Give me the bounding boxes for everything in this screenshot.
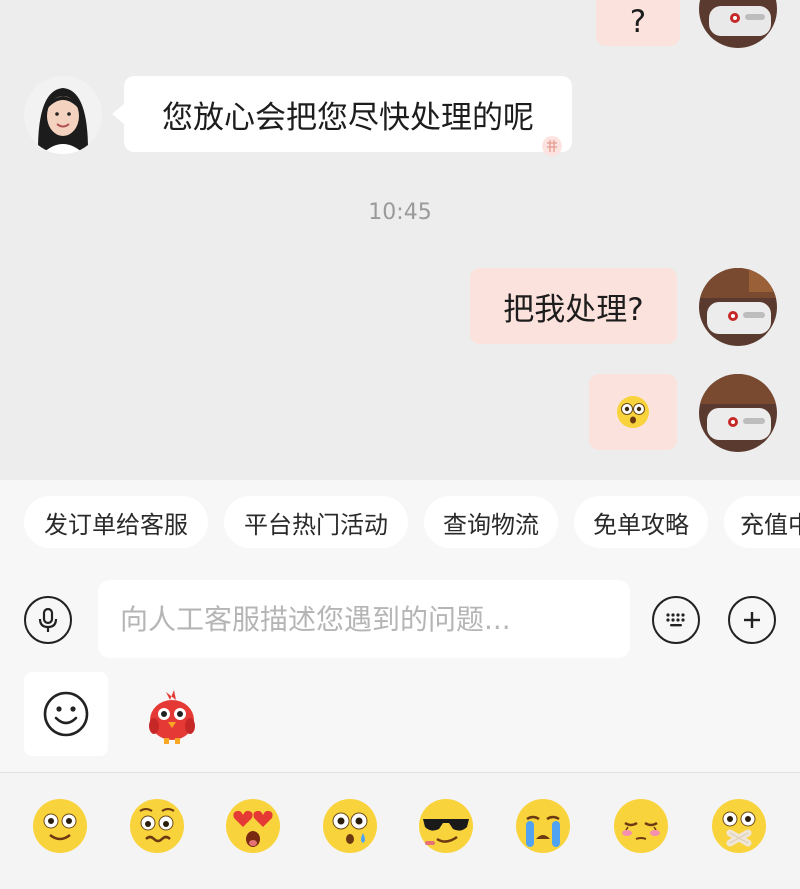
bubble-tail	[112, 104, 124, 124]
chip-hot-activities[interactable]: 平台热门活动	[224, 496, 408, 548]
crying-face-icon	[516, 799, 570, 853]
chip-free-order-guide[interactable]: 免单攻略	[574, 496, 708, 548]
smiling-face-icon	[33, 799, 87, 853]
message-timestamp: 10:45	[368, 200, 432, 225]
message-input[interactable]	[98, 580, 630, 658]
emoji-woozy-face[interactable]	[128, 797, 186, 855]
agent-avatar[interactable]	[24, 76, 102, 154]
emoji-heart-eyes-face[interactable]	[224, 797, 282, 855]
emoji-smiling-face[interactable]	[31, 797, 89, 855]
quick-reply-bar: 发订单给客服 平台热门活动 查询物流 免单攻略 充值中	[0, 480, 800, 566]
zipped-mouth-face-icon	[712, 799, 766, 853]
user-avatar[interactable]	[699, 374, 777, 452]
keyboard-icon	[666, 613, 685, 627]
message-bubble-agent[interactable]: 您放心会把您尽快处理的呢	[124, 76, 572, 156]
chat-area: ? 您放心会把您尽快处理的呢 10:45 把我处理?	[0, 0, 800, 480]
more-button[interactable]	[728, 596, 776, 644]
message-text: ?	[629, 4, 647, 40]
emoji-panel	[0, 772, 800, 889]
smiley-icon	[43, 691, 89, 737]
emoji-tab[interactable]	[24, 672, 108, 756]
sticker-tab[interactable]	[136, 678, 208, 750]
flushed-face-icon	[323, 799, 377, 853]
microphone-icon	[38, 607, 58, 632]
emoji-closed-eyes-face[interactable]	[612, 797, 670, 855]
message-bubble-user[interactable]: 把我处理?	[470, 268, 677, 344]
emoji-flushed-face[interactable]	[321, 797, 379, 855]
chip-send-order[interactable]: 发订单给客服	[24, 496, 208, 548]
input-area	[0, 566, 800, 776]
red-bird-mascot-icon	[149, 690, 195, 744]
voice-button[interactable]	[24, 596, 72, 644]
message-text: 您放心会把您尽快处理的呢	[162, 99, 534, 136]
flower-sticker-icon	[542, 136, 562, 156]
chip-track-logistics[interactable]: 查询物流	[424, 496, 558, 548]
emoji-crying-face[interactable]	[514, 797, 572, 855]
user-avatar[interactable]	[699, 268, 777, 346]
plus-icon	[744, 612, 760, 628]
heart-eyes-face-icon	[226, 799, 280, 853]
woozy-face-icon	[130, 799, 184, 853]
message-bubble-question[interactable]: ?	[596, 0, 680, 46]
message-bubble-emoji[interactable]	[589, 374, 677, 450]
sunglasses-face-icon	[419, 799, 473, 853]
message-text: 把我处理?	[503, 291, 644, 328]
emoji-sunglasses-face[interactable]	[417, 797, 475, 855]
keyboard-button[interactable]	[652, 596, 700, 644]
emoji-zipped-mouth-face[interactable]	[710, 797, 768, 855]
flushed-face-icon	[617, 396, 649, 428]
user-avatar[interactable]	[699, 0, 777, 48]
chip-recharge[interactable]: 充值中	[724, 496, 800, 548]
closed-eyes-face-icon	[614, 799, 668, 853]
